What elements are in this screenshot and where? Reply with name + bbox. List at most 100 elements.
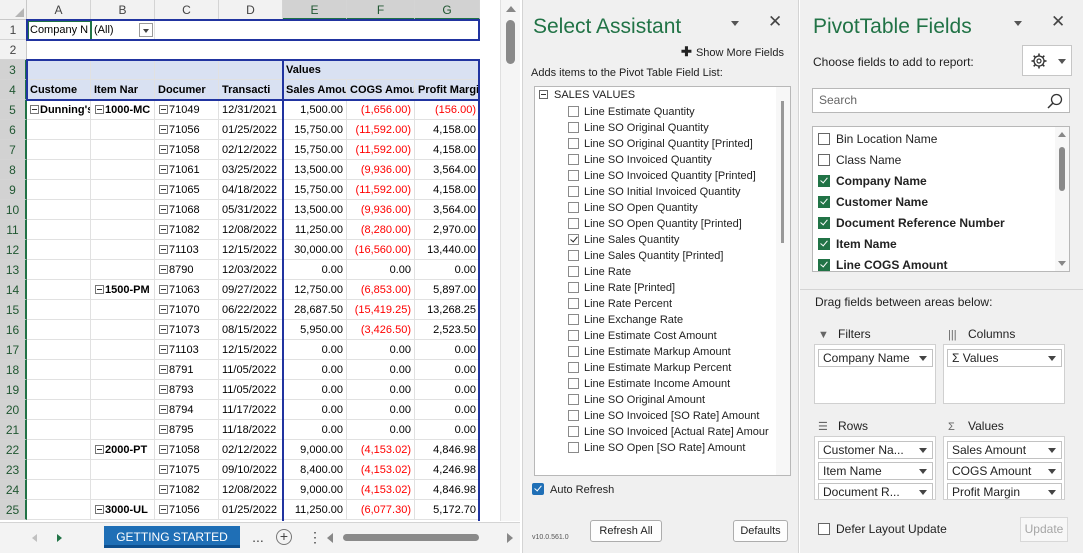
checkbox-unchecked-icon[interactable]	[568, 185, 579, 197]
column-header-f[interactable]: F	[347, 0, 415, 20]
checkbox-unchecked-icon[interactable]	[568, 153, 579, 165]
row-header-25[interactable]: 25	[0, 500, 27, 520]
profit-margin-cell[interactable]: 0.00	[415, 340, 480, 360]
collapse-icon[interactable]	[159, 184, 168, 194]
profit-margin-cell[interactable]: 2,523.50	[415, 320, 480, 340]
show-more-fields-button[interactable]: ✚ Show More Fields	[681, 44, 784, 60]
assistant-close-icon[interactable]: ✕	[768, 13, 782, 30]
transaction-date-cell[interactable]: 02/12/2022	[219, 140, 283, 160]
collapse-icon[interactable]	[159, 324, 168, 334]
cogs-amount-cell[interactable]: (11,592.00)	[347, 120, 415, 140]
checkbox-unchecked-icon[interactable]	[568, 441, 579, 453]
checkbox-unchecked-icon[interactable]	[568, 425, 579, 437]
column-field-header[interactable]: Item Nar	[91, 80, 155, 100]
collapse-icon[interactable]	[159, 424, 168, 434]
sales-amount-cell[interactable]: 13,500.00	[283, 200, 347, 220]
item-cell[interactable]	[91, 260, 155, 280]
checkbox-checked-icon[interactable]	[818, 174, 830, 187]
checkbox-unchecked-icon[interactable]	[818, 132, 830, 145]
scroll-up-icon[interactable]	[1058, 132, 1066, 137]
checkbox-unchecked-icon[interactable]	[568, 217, 579, 229]
sales-amount-cell[interactable]: 15,750.00	[283, 140, 347, 160]
profit-margin-cell[interactable]: 0.00	[415, 400, 480, 420]
assistant-field-item[interactable]: Line Estimate Quantity	[568, 104, 695, 120]
pivot-field-item[interactable]: Line COGS Amount	[818, 255, 948, 271]
pivot-field-item[interactable]: Document Reference Number	[818, 213, 1005, 233]
pivot-field-item[interactable]: Bin Location Name	[818, 129, 937, 149]
profit-margin-cell[interactable]: 3,564.00	[415, 200, 480, 220]
collapse-icon[interactable]	[159, 204, 168, 214]
item-cell[interactable]: 3000-UL	[91, 500, 155, 520]
assistant-field-item[interactable]: Line SO Initial Invoiced Quantity	[568, 184, 741, 200]
transaction-date-cell[interactable]: 03/25/2022	[219, 160, 283, 180]
profit-margin-cell[interactable]: 13,268.25	[415, 300, 480, 320]
field-list-thumb[interactable]	[1059, 147, 1065, 191]
profit-margin-cell[interactable]: 2,970.00	[415, 220, 480, 240]
transaction-date-cell[interactable]: 11/17/2022	[219, 400, 283, 420]
defaults-button[interactable]: Defaults	[733, 520, 788, 542]
values-header[interactable]: Values	[283, 60, 347, 80]
scroll-right-icon[interactable]	[507, 533, 513, 543]
sheet-vertical-scrollbar[interactable]	[500, 0, 520, 521]
column-header-c[interactable]: C	[155, 0, 219, 20]
column-field-header[interactable]: COGS Amoun	[347, 80, 415, 100]
customer-cell[interactable]	[27, 140, 91, 160]
cogs-amount-cell[interactable]: (4,153.02)	[347, 440, 415, 460]
profit-margin-cell[interactable]: 13,440.00	[415, 240, 480, 260]
collapse-icon[interactable]	[30, 104, 39, 114]
collapse-icon[interactable]	[159, 244, 168, 254]
sales-amount-cell[interactable]: 30,000.00	[283, 240, 347, 260]
checkbox-unchecked-icon[interactable]	[818, 522, 830, 535]
row-header-17[interactable]: 17	[0, 340, 27, 360]
column-field-header[interactable]: Transacti	[219, 80, 283, 100]
item-cell[interactable]	[91, 480, 155, 500]
assistant-field-item[interactable]: Line Rate	[568, 264, 631, 280]
cogs-amount-cell[interactable]: 0.00	[347, 340, 415, 360]
column-header-g[interactable]: G	[415, 0, 480, 20]
item-cell[interactable]	[91, 160, 155, 180]
transaction-date-cell[interactable]: 12/15/2022	[219, 340, 283, 360]
assistant-field-item[interactable]: Line SO Invoiced Quantity [Printed]	[568, 168, 756, 184]
collapse-icon[interactable]	[159, 364, 168, 374]
sales-amount-cell[interactable]: 12,750.00	[283, 280, 347, 300]
document-cell[interactable]: 71103	[155, 240, 219, 260]
cogs-amount-cell[interactable]: (6,077.30)	[347, 500, 415, 520]
checkbox-unchecked-icon[interactable]	[568, 105, 579, 117]
cogs-amount-cell[interactable]: 0.00	[347, 380, 415, 400]
row-header-22[interactable]: 22	[0, 440, 27, 460]
checkbox-unchecked-icon[interactable]	[568, 249, 579, 261]
field-list-settings-button[interactable]	[1022, 45, 1072, 76]
assistant-field-item[interactable]: Line SO Original Amount	[568, 392, 705, 408]
document-cell[interactable]: 71058	[155, 140, 219, 160]
update-button[interactable]: Update	[1020, 517, 1068, 542]
checkbox-checked-icon[interactable]	[532, 483, 544, 496]
customer-cell[interactable]	[27, 260, 91, 280]
checkbox-unchecked-icon[interactable]	[568, 297, 579, 309]
profit-margin-cell[interactable]: 5,897.00	[415, 280, 480, 300]
customer-cell[interactable]	[27, 240, 91, 260]
pane-splitter[interactable]	[800, 289, 1083, 290]
rows-area-item[interactable]: Item Name	[818, 462, 933, 480]
document-cell[interactable]: 71065	[155, 180, 219, 200]
collapse-icon[interactable]	[159, 104, 168, 114]
sales-amount-cell[interactable]: 11,250.00	[283, 500, 347, 520]
assistant-field-item[interactable]: Line SO Original Quantity [Printed]	[568, 136, 753, 152]
values-area-item[interactable]: Sales Amount	[947, 441, 1062, 459]
collapse-icon[interactable]	[95, 504, 104, 514]
row-header-1[interactable]: 1	[0, 20, 27, 40]
sales-amount-cell[interactable]: 9,000.00	[283, 480, 347, 500]
checkbox-unchecked-icon[interactable]	[568, 313, 579, 325]
row-header-3[interactable]: 3	[0, 60, 27, 80]
filter-dropdown-icon[interactable]	[139, 23, 153, 37]
customer-cell[interactable]	[27, 460, 91, 480]
row-header-21[interactable]: 21	[0, 420, 27, 440]
assistant-field-item[interactable]: Line Sales Quantity [Printed]	[568, 248, 723, 264]
row-header-10[interactable]: 10	[0, 200, 27, 220]
customer-cell[interactable]	[27, 160, 91, 180]
transaction-date-cell[interactable]: 12/08/2022	[219, 480, 283, 500]
sheet-options-icon[interactable]: ⋮	[308, 528, 322, 548]
column-header-a[interactable]: A	[27, 0, 91, 20]
document-cell[interactable]: 71103	[155, 340, 219, 360]
item-cell[interactable]	[91, 120, 155, 140]
checkbox-checked-icon[interactable]	[818, 216, 830, 229]
